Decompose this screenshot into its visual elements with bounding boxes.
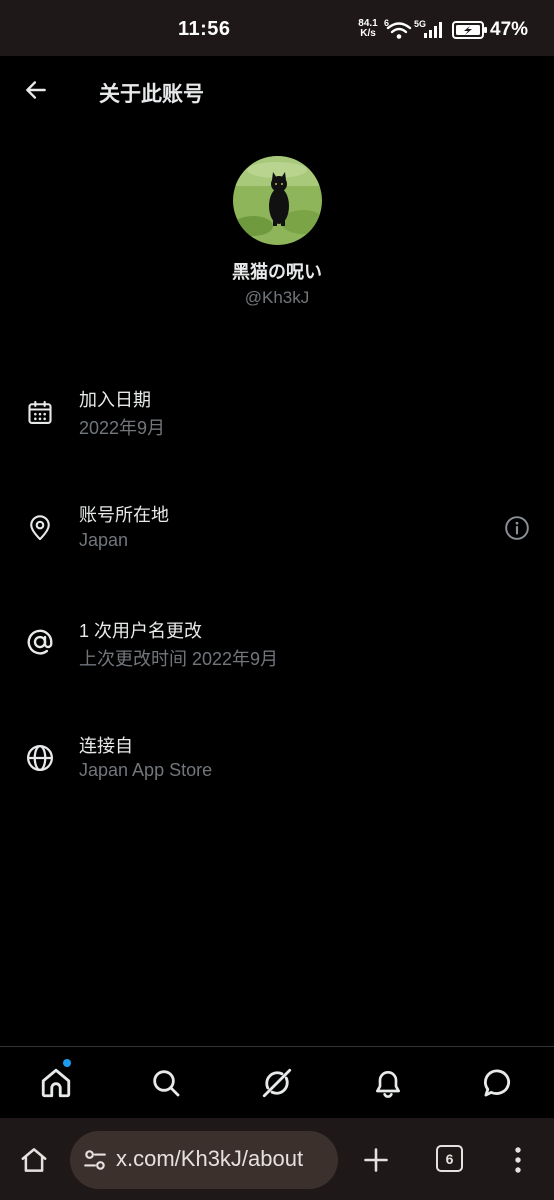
back-button[interactable] [18, 72, 54, 108]
new-tab-button[interactable] [358, 1142, 394, 1178]
battery-percent: 47% [490, 19, 529, 40]
back-arrow-icon [26, 81, 46, 99]
url-text: x.com/Kh3kJ/about [116, 1146, 304, 1171]
site-settings-icon[interactable] [82, 1147, 108, 1173]
more-vertical-icon [515, 1147, 521, 1173]
status-bar: 11:56 84.1 K/s 6 5G 47% [0, 0, 554, 56]
info-title: 连接自 [79, 736, 133, 756]
tab-notifications[interactable] [368, 1063, 408, 1103]
info-title: 加入日期 [79, 390, 151, 410]
browser-home-button[interactable] [16, 1142, 52, 1178]
info-title: 账号所在地 [79, 505, 169, 525]
info-row-username-changes: 1 次用户名更改 上次更改时间 2022年9月 [0, 613, 554, 693]
page-title: 关于此账号 [99, 83, 204, 106]
display-name: 黑猫の呪い [232, 262, 322, 282]
tab-switcher-button[interactable]: 6 [436, 1145, 463, 1172]
browser-toolbar: x.com/Kh3kJ/about 6 [0, 1118, 554, 1200]
info-row-account-location: 账号所在地 Japan [0, 497, 554, 577]
globe-icon [24, 742, 56, 774]
status-time: 11:56 [178, 18, 231, 40]
user-handle: @Kh3kJ [244, 288, 310, 307]
info-subtitle: Japan [79, 530, 129, 550]
info-subtitle: Japan App Store [79, 760, 213, 780]
info-subtitle: 上次更改时间 2022年9月 [79, 649, 279, 669]
search-icon [153, 1070, 180, 1097]
plus-icon [364, 1148, 388, 1172]
notification-dot [63, 1059, 71, 1067]
wifi-icon: 6 [384, 18, 412, 45]
avatar[interactable] [233, 156, 322, 245]
info-subtitle: 2022年9月 [79, 418, 166, 438]
at-sign-icon [24, 626, 56, 658]
home-outline-icon [21, 1148, 47, 1172]
info-row-connected-via: 连接自 Japan App Store [0, 728, 554, 808]
network-speed-unit: K/s [360, 28, 376, 39]
bottom-tab-bar [0, 1046, 554, 1118]
address-bar[interactable]: x.com/Kh3kJ/about [70, 1131, 338, 1189]
location-pin-icon [24, 512, 56, 544]
battery-icon [452, 21, 488, 44]
calendar-icon [24, 397, 56, 429]
info-row-join-date: 加入日期 2022年9月 [0, 382, 554, 462]
network-speed: 84.1 K/s [355, 19, 381, 39]
tab-search[interactable] [146, 1063, 186, 1103]
browser-menu-button[interactable] [506, 1142, 530, 1178]
chat-bubble-icon [483, 1069, 511, 1097]
info-circle-icon[interactable] [503, 514, 531, 542]
bell-icon [376, 1071, 400, 1098]
info-title: 1 次用户名更改 [79, 621, 203, 641]
cellular-signal-icon: 5G [414, 18, 446, 45]
signal-badge: 5G [414, 19, 426, 29]
home-icon [41, 1068, 71, 1098]
tab-grok[interactable] [257, 1063, 297, 1103]
page-header: 关于此账号 [0, 56, 554, 128]
tab-home[interactable] [36, 1063, 76, 1103]
grok-icon [262, 1068, 292, 1098]
tab-messages[interactable] [478, 1063, 518, 1103]
